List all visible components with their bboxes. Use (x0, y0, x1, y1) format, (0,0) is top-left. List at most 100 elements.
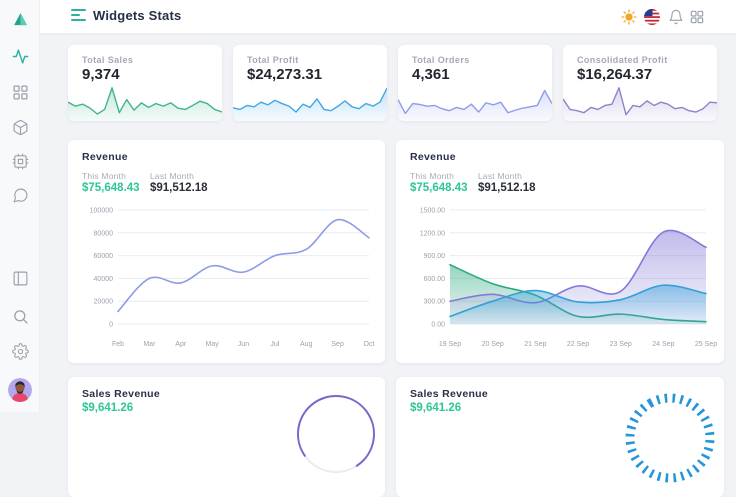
app-logo[interactable] (0, 7, 40, 31)
card-title: Revenue (410, 151, 456, 163)
stat-label: Consolidated Profit (577, 55, 668, 65)
svg-text:25 Sep: 25 Sep (695, 341, 717, 348)
cpu-chip-icon (12, 153, 29, 170)
svg-text:Mar: Mar (143, 341, 156, 348)
svg-text:Aug: Aug (300, 341, 313, 348)
last-month-value: $91,512.18 (150, 182, 208, 194)
this-month-label: This Month (82, 171, 126, 181)
notifications-button[interactable] (667, 8, 685, 26)
sales-revenue-card-right: Sales Revenue $9,641.26 (396, 377, 724, 497)
svg-text:Sep: Sep (331, 341, 344, 348)
sun-icon (621, 9, 637, 25)
stat-label: Total Profit (247, 55, 299, 65)
this-month-label: This Month (410, 171, 454, 181)
this-month-value: $75,648.43 (82, 182, 140, 194)
svg-text:80000: 80000 (94, 230, 114, 237)
revenue-monthly-card: Revenue This Month $75,648.43 Last Month… (68, 140, 385, 363)
sidebar-item-dashboard[interactable] (0, 80, 40, 104)
card-title: Sales Revenue (410, 388, 488, 400)
svg-text:21 Sep: 21 Sep (524, 341, 546, 348)
svg-text:Apr: Apr (175, 341, 187, 348)
language-selector[interactable] (643, 8, 661, 26)
svg-text:60000: 60000 (94, 253, 114, 260)
stat-card-total-sales: Total Sales 9,374 (68, 45, 222, 121)
this-month-value: $75,648.43 (410, 182, 468, 194)
stat-value: $16,264.37 (577, 66, 652, 83)
svg-text:600.00: 600.00 (424, 276, 446, 283)
stat-value: $24,273.31 (247, 66, 322, 83)
svg-text:22 Sep: 22 Sep (567, 341, 589, 348)
user-avatar[interactable] (8, 378, 32, 402)
bell-icon (668, 9, 684, 25)
page-title: Widgets Stats (93, 8, 181, 23)
sidebar-item-activity[interactable] (0, 44, 40, 68)
svg-text:Jul: Jul (270, 341, 279, 348)
sparkline-chart (398, 83, 552, 121)
revenue-monthly-chart: 0 20000 40000 60000 80000 100000 Feb Mar Apr May J… (74, 200, 379, 357)
stat-value: 9,374 (82, 66, 120, 83)
sidebar-item-products[interactable] (0, 115, 40, 139)
us-flag-icon (644, 9, 660, 25)
svg-text:0.00: 0.00 (431, 322, 445, 329)
layout-columns-icon (12, 270, 29, 287)
sidebar (0, 0, 40, 412)
svg-text:900.00: 900.00 (424, 253, 446, 260)
svg-text:May: May (206, 341, 220, 348)
stat-value: 4,361 (412, 66, 450, 83)
stat-label: Total Sales (82, 55, 133, 65)
theme-toggle-button[interactable] (620, 8, 638, 26)
gauge-ticks-arc (622, 390, 718, 486)
card-title: Revenue (82, 151, 128, 163)
apps-menu-button[interactable] (688, 8, 706, 26)
stat-label: Total Orders (412, 55, 470, 65)
stat-card-total-profit: Total Profit $24,273.31 (233, 45, 387, 121)
svg-text:100000: 100000 (90, 208, 113, 215)
sparkline-chart (563, 83, 717, 121)
donut-gauge-chart (296, 392, 376, 482)
last-month-value: $91,512.18 (478, 182, 536, 194)
dashboard-grid-icon (12, 84, 29, 101)
gauge-progress-arc (296, 392, 376, 482)
sales-revenue-card-left: Sales Revenue $9,641.26 (68, 377, 385, 497)
sales-revenue-value: $9,641.26 (82, 402, 133, 414)
sidebar-item-settings[interactable] (0, 339, 40, 363)
card-title: Sales Revenue (82, 388, 160, 400)
sidebar-item-system[interactable] (0, 149, 40, 173)
package-box-icon (12, 119, 29, 136)
svg-text:24 Sep: 24 Sep (652, 341, 674, 348)
svg-text:20000: 20000 (94, 299, 114, 306)
sparkline-chart (68, 83, 222, 121)
svg-text:19 Sep: 19 Sep (439, 341, 461, 348)
svg-text:1200.00: 1200.00 (420, 230, 445, 237)
svg-text:1500.00: 1500.00 (420, 208, 445, 215)
grid-menu-icon (689, 9, 705, 25)
revenue-daily-chart: 0.00 300.00 600.00 900.00 1200.00 1500.00 19 S… (402, 200, 718, 357)
stat-card-total-orders: Total Orders 4,361 (398, 45, 552, 121)
svg-text:0: 0 (109, 322, 113, 329)
last-month-label: Last Month (478, 171, 522, 181)
top-header: Widgets Stats (40, 0, 736, 33)
search-icon (12, 308, 29, 325)
sidebar-item-search[interactable] (0, 304, 40, 328)
svg-text:23 Sep: 23 Sep (610, 341, 632, 348)
stat-card-consolidated-profit: Consolidated Profit $16,264.37 (563, 45, 717, 121)
settings-gear-icon (12, 343, 29, 360)
logo-triangle-icon (12, 11, 29, 28)
svg-text:Jun: Jun (238, 341, 249, 348)
revenue-daily-card: Revenue This Month $75,648.43 Last Month… (396, 140, 724, 363)
last-month-label: Last Month (150, 171, 194, 181)
sidebar-item-messages[interactable] (0, 183, 40, 207)
svg-text:Feb: Feb (112, 341, 124, 348)
svg-text:Oct: Oct (364, 341, 375, 348)
segmented-gauge-chart (622, 390, 718, 486)
sales-revenue-value: $9,641.26 (410, 402, 461, 414)
sidebar-item-layout[interactable] (0, 266, 40, 290)
svg-text:40000: 40000 (94, 276, 114, 283)
sparkline-chart (233, 83, 387, 121)
svg-text:300.00: 300.00 (424, 299, 446, 306)
hamburger-menu-icon[interactable] (71, 9, 87, 23)
chat-bubble-icon (12, 187, 29, 204)
avatar-image (8, 378, 32, 402)
svg-text:20 Sep: 20 Sep (482, 341, 504, 348)
activity-icon (12, 48, 29, 65)
